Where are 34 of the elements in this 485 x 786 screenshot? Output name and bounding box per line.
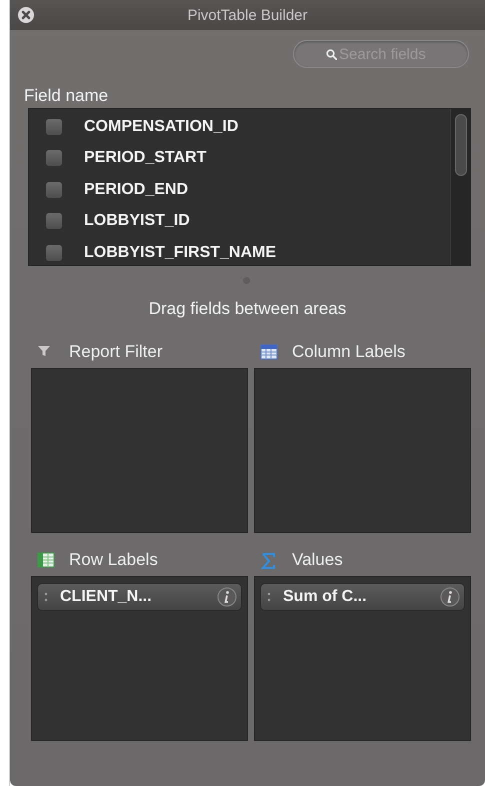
sigma-icon [260,552,278,568]
field-chip[interactable]: CLIENT_N... [37,583,242,611]
field-chip[interactable]: Sum of C... [260,583,465,611]
info-icon[interactable] [440,587,460,607]
field-name[interactable]: PERIOD_END [84,180,188,199]
checkbox[interactable] [46,150,62,166]
checkbox[interactable] [46,118,62,135]
field-name[interactable]: LOBBYIST_FIRST_NAME [84,244,276,262]
info-icon[interactable] [217,587,237,607]
scrollbar[interactable] [450,109,470,265]
window-title: PivotTable Builder [187,6,308,24]
hint-text: Drag fields between areas [148,299,348,319]
checkbox[interactable] [46,182,62,198]
drop-area[interactable]: Sum of C... [254,576,471,741]
field-name[interactable]: COMPENSATION_ID [84,118,238,136]
chip-label: CLIENT_N... [60,588,153,606]
checkbox[interactable] [46,244,62,261]
table-icon [260,344,278,360]
list-heading: Field name [24,86,110,106]
field-name[interactable]: PERIOD_START [84,149,206,168]
table-icon [37,552,55,568]
area-label: Report Filter [69,342,163,362]
search-icon [326,49,337,60]
area-label: Row Labels [69,550,158,570]
drop-area[interactable]: CLIENT_N... [31,576,248,741]
close-icon[interactable] [18,7,34,23]
checkbox[interactable] [46,213,62,230]
chip-label: Sum of C... [283,588,368,606]
grip-icon [44,591,48,603]
field-name[interactable]: LOBBYIST_ID [84,212,190,230]
scroll-thumb[interactable] [454,114,466,176]
grip-icon [267,591,271,603]
area-label: Values [292,550,343,570]
area-label: Column Labels [292,342,406,362]
